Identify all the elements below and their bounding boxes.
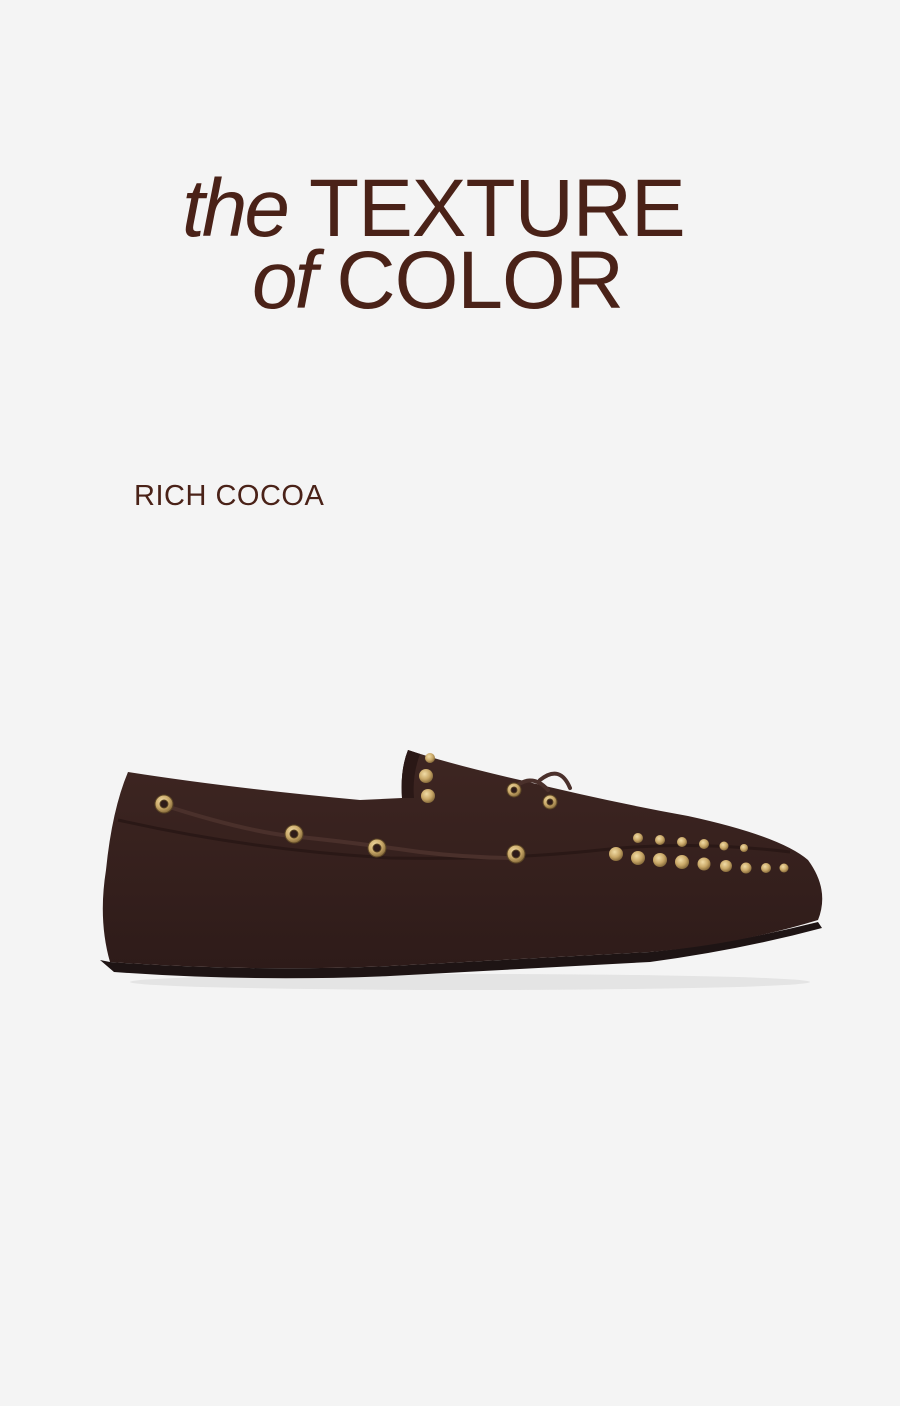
headline-color: COLOR	[336, 235, 624, 326]
product-image	[90, 740, 850, 1000]
headline-italic-of: of	[252, 235, 317, 326]
headline-line-2: of COLOR	[252, 240, 624, 322]
color-name-label: RICH COCOA	[134, 480, 325, 512]
loafer-shoe-image	[100, 750, 823, 990]
